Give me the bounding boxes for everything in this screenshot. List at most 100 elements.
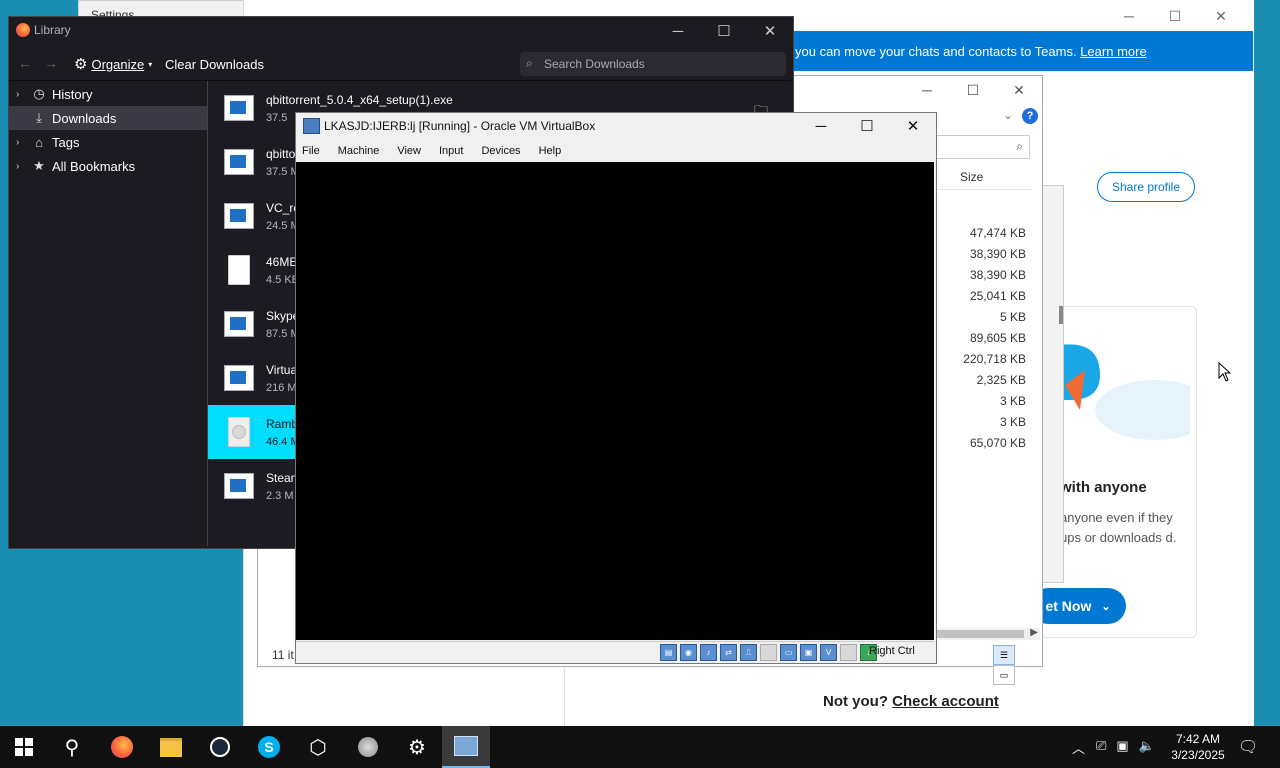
help-icon[interactable]: ?: [1022, 108, 1038, 124]
size-cell: 3 KB: [999, 415, 1026, 429]
maximize-icon[interactable]: ☐: [950, 76, 996, 104]
explorer-status-text: 11 it: [272, 648, 294, 662]
card-description: anyone even if they ups or downloads d.: [1060, 510, 1177, 545]
menu-file[interactable]: File: [302, 145, 320, 157]
menu-view[interactable]: View: [397, 145, 421, 157]
chevron-right-icon[interactable]: ›: [16, 161, 28, 172]
chevron-up-icon[interactable]: ︿: [1072, 738, 1085, 757]
download-size: 216 M: [266, 382, 297, 394]
chevron-down-icon[interactable]: ⌄: [1003, 108, 1013, 122]
network-icon[interactable]: ▣: [1116, 738, 1128, 754]
virtualbox-title: LKASJD:IJERB:lj [Running] - Oracle VM Vi…: [324, 119, 596, 133]
taskbar-search-button[interactable]: ⚲: [48, 726, 96, 768]
recording-icon[interactable]: ▣: [800, 644, 817, 661]
minimize-icon[interactable]: ─: [655, 16, 701, 46]
cpu-icon[interactable]: V: [820, 644, 837, 661]
network-icon[interactable]: ⇄: [720, 644, 737, 661]
close-icon[interactable]: ✕: [890, 112, 936, 140]
skype-icon: S: [258, 736, 280, 758]
download-name: Ramb: [266, 417, 299, 431]
usb-icon[interactable]: ⎍: [740, 644, 757, 661]
tiles-view-icon[interactable]: ▭: [993, 665, 1015, 685]
taskbar-virtualbox-vm[interactable]: [442, 726, 490, 768]
taskbar-virtualbox[interactable]: ⬡: [294, 726, 342, 768]
sidebar-item-all-bookmarks[interactable]: › ★ All Bookmarks: [9, 154, 207, 178]
skype-window-controls: ─ ☐ ✕: [1106, 4, 1244, 28]
taskbar-file-explorer[interactable]: [147, 726, 195, 768]
installer-icon: [224, 311, 254, 337]
back-arrow-icon[interactable]: ←: [18, 55, 32, 71]
column-size-label: Size: [960, 170, 984, 184]
chevron-right-icon[interactable]: ›: [16, 89, 28, 100]
explorer-search-input[interactable]: ⌕: [936, 135, 1030, 159]
close-icon[interactable]: ✕: [996, 76, 1042, 104]
hard-disk-icon[interactable]: ▤: [660, 644, 677, 661]
globe-icon: [358, 737, 378, 757]
clear-downloads-button[interactable]: Clear Downloads: [165, 57, 264, 72]
share-profile-button[interactable]: Share profile: [1097, 172, 1195, 202]
download-size: 2.3 M: [266, 490, 294, 502]
forward-arrow-icon[interactable]: →: [44, 55, 58, 71]
scrollbar-thumb[interactable]: [936, 630, 1024, 638]
library-title-text: Library: [34, 23, 71, 37]
installer-icon: [224, 473, 254, 499]
horizontal-scrollbar[interactable]: ▶: [936, 627, 1040, 640]
taskbar-disc-app[interactable]: [344, 726, 392, 768]
menu-machine[interactable]: Machine: [338, 145, 380, 157]
vm-display[interactable]: [296, 162, 934, 640]
size-cell: 47,474 KB: [969, 226, 1026, 240]
download-name: Virtua: [266, 363, 298, 377]
library-title: Library: [16, 23, 71, 37]
usb-device-icon[interactable]: ⎚: [1096, 738, 1106, 754]
minimize-icon[interactable]: ─: [1106, 4, 1152, 28]
system-tray: ⎚ ▣ 🔈: [1096, 738, 1155, 754]
menu-help[interactable]: Help: [539, 145, 562, 157]
taskbar-steam[interactable]: [196, 726, 244, 768]
size-cell: 38,390 KB: [969, 268, 1026, 282]
close-icon[interactable]: ✕: [1198, 4, 1244, 28]
sidebar-item-tags[interactable]: › ⌂ Tags: [9, 130, 207, 154]
taskbar-firefox[interactable]: [98, 726, 146, 768]
vm-icon: [454, 736, 478, 756]
search-icon: ⌕: [526, 56, 533, 70]
installer-icon: [224, 203, 254, 229]
sidebar-item-downloads[interactable]: ⤓ Downloads: [9, 106, 207, 130]
menu-input[interactable]: Input: [439, 145, 463, 157]
get-now-button[interactable]: et Now ⌄: [1030, 588, 1126, 624]
check-account-link[interactable]: Check account: [892, 693, 999, 710]
notification-icon[interactable]: 🗨: [1238, 737, 1258, 757]
maximize-icon[interactable]: ☐: [701, 16, 747, 46]
size-cell: 3 KB: [999, 394, 1026, 408]
audio-icon[interactable]: ♪: [700, 644, 717, 661]
close-icon[interactable]: ✕: [747, 16, 793, 46]
installer-icon: [224, 95, 254, 121]
installer-icon: [224, 149, 254, 175]
sidebar-item-history[interactable]: › ◷ History: [9, 82, 207, 106]
volume-muted-icon[interactable]: 🔈: [1139, 738, 1155, 754]
search-downloads-input[interactable]: ⌕ Search Downloads: [520, 52, 786, 76]
maximize-icon[interactable]: ☐: [844, 112, 890, 140]
taskbar-settings[interactable]: ⚙: [393, 726, 441, 768]
optical-drive-icon[interactable]: ◉: [680, 644, 697, 661]
gear-icon: ⚙: [408, 736, 426, 759]
mouse-integration-icon[interactable]: ◌: [840, 644, 857, 661]
chevron-right-icon[interactable]: ›: [16, 137, 28, 148]
details-view-icon[interactable]: ☰: [993, 645, 1015, 665]
display-icon[interactable]: ▭: [780, 644, 797, 661]
maximize-icon[interactable]: ☐: [1152, 4, 1198, 28]
shared-folder-icon[interactable]: [760, 644, 777, 661]
menu-devices[interactable]: Devices: [481, 145, 520, 157]
size-cell: 2,325 KB: [976, 373, 1026, 387]
minimize-icon[interactable]: ─: [798, 112, 844, 140]
start-button[interactable]: [0, 726, 48, 768]
clock[interactable]: 7:42 AM 3/23/2025: [1168, 731, 1228, 763]
minimize-icon[interactable]: ─: [904, 76, 950, 104]
taskbar-skype[interactable]: S: [245, 726, 293, 768]
column-header-size[interactable]: Size: [936, 165, 1032, 190]
download-name: qbitto: [266, 147, 296, 161]
chevron-right-icon[interactable]: ▶: [1030, 627, 1038, 638]
scrollbar-thumb[interactable]: [1059, 306, 1063, 324]
host-key-label: Right Ctrl: [869, 645, 915, 657]
organize-menu-button[interactable]: ⚙ Organize ▾: [74, 55, 152, 73]
learn-more-link[interactable]: Learn more: [1080, 44, 1146, 59]
